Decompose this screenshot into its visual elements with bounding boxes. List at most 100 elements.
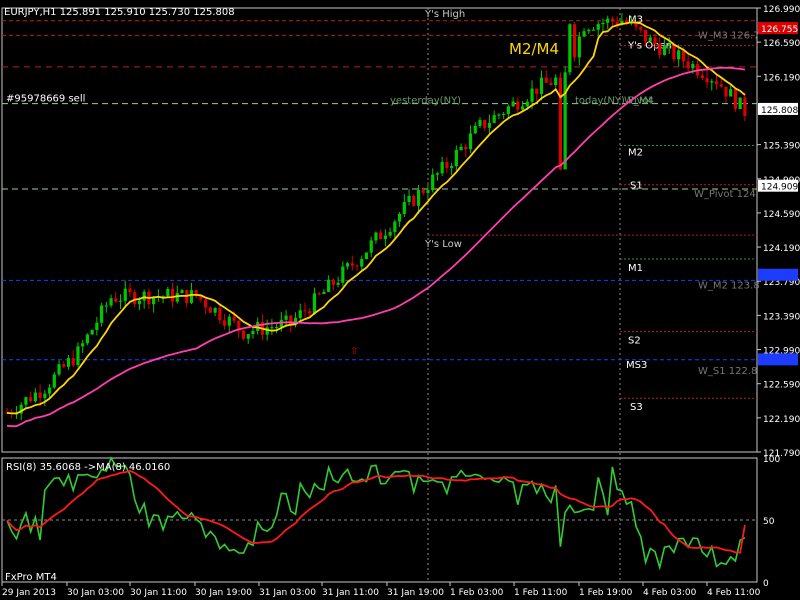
rsi-ma-line (6, 469, 746, 554)
candle-body (66, 358, 71, 367)
candle-body (331, 279, 335, 285)
candle-body (497, 114, 501, 116)
candle-body (95, 322, 99, 331)
candle-body (416, 190, 421, 206)
candle-body (218, 307, 222, 321)
time-tick-label: 1 Feb 11:00 (514, 588, 568, 598)
slow-moving-average-line (6, 66, 746, 428)
candle-body (473, 125, 477, 134)
candle-body (610, 18, 615, 22)
candle-body (450, 166, 454, 168)
candle-body (686, 61, 690, 69)
time-tick-label: 30 Jan 11:00 (130, 588, 187, 598)
candle-body (445, 162, 449, 168)
candle-body (369, 240, 373, 253)
level-label-12: W_M2 123.8 (698, 280, 760, 291)
candle-body (298, 310, 302, 318)
time-tick-label: 31 Jan 19:00 (387, 588, 444, 598)
candle-body (435, 173, 440, 175)
candle-body (100, 305, 104, 323)
price-tick-label: 126.990 (763, 5, 800, 15)
candle-body (71, 358, 75, 366)
candle-body (601, 22, 605, 25)
level-label-0: Y's High (424, 9, 465, 20)
candle-body (691, 63, 695, 69)
candle-body (643, 29, 648, 42)
mt4-chart-window[interactable]: Y's High Y's Open M3 W_M3 126.7 yesterday(NY… (0, 0, 800, 600)
candle-body (284, 315, 288, 320)
level-label-3: W_M3 126.7 (698, 30, 760, 41)
candle-body (85, 334, 90, 344)
candle-body (133, 292, 137, 305)
main-plot-frame (1, 7, 758, 453)
candle-body (312, 293, 317, 314)
candle-body (118, 300, 123, 302)
price-tick-label: 126.590 (763, 39, 800, 49)
candle-body (535, 88, 539, 94)
candle-body (232, 316, 236, 321)
candle-body (714, 81, 719, 85)
candle-body (90, 330, 94, 335)
candle-body (81, 343, 85, 347)
candle-body (355, 265, 359, 267)
level-label-10: Y's Low (424, 239, 462, 250)
price-tick-label: 124.590 (763, 210, 800, 220)
candle-body (464, 146, 468, 150)
candle-body (544, 77, 548, 83)
candle-body (128, 288, 132, 293)
candle-body (166, 288, 170, 297)
candle-body (379, 232, 383, 239)
candle-body (596, 24, 600, 30)
level-label-16: S3 (630, 402, 643, 413)
candle-body (558, 77, 563, 170)
price-tick-label: 126.190 (763, 73, 800, 83)
candle-body (341, 266, 345, 283)
time-tick-label: 30 Jan 19:00 (195, 588, 252, 598)
candle-body (317, 293, 321, 295)
candle-body (43, 393, 47, 398)
level-label-14: MS3 (626, 360, 647, 371)
rsi-tick-label: 50 (763, 517, 775, 527)
candle-body (24, 397, 28, 405)
candle-body (554, 77, 558, 86)
candle-body (104, 305, 108, 307)
candle-body (246, 334, 250, 339)
symbol-header: EURJPY,H1 125.891 125.910 125.730 125.80… (4, 7, 235, 18)
price-chart[interactable]: Y's HighY's OpenM3W_M3 126.7yesterday(NY… (0, 0, 800, 600)
candle-body (700, 75, 704, 79)
candle-body (606, 18, 610, 23)
time-tick-label: 1 Feb 19:00 (579, 588, 633, 598)
candle-body (492, 115, 496, 123)
level-label-8: S1 (630, 181, 643, 192)
candle-body (33, 392, 37, 402)
price-tick-label: 124.190 (763, 244, 800, 254)
candle-body (648, 37, 652, 42)
price-tick-label: 125.390 (763, 142, 800, 152)
candle-body (468, 133, 473, 150)
level-label-9: W_Pivot 124 (694, 189, 756, 200)
candle-body (677, 50, 681, 60)
candle-body (539, 77, 544, 94)
candle-body (137, 300, 142, 305)
candle-body (407, 195, 411, 203)
price-tick-label: 123.390 (763, 312, 800, 322)
candle-body (76, 346, 80, 366)
candle-body (322, 291, 326, 295)
candle-body (227, 316, 231, 326)
candle-body (241, 330, 246, 339)
candle-body (573, 24, 577, 58)
candle-body (705, 78, 709, 83)
candle-body (658, 44, 662, 55)
candle-body (487, 122, 492, 128)
candle-body (114, 298, 118, 302)
candle-body (38, 392, 42, 398)
rsi-tick-label: 100 (763, 455, 780, 465)
candle-body (530, 88, 534, 102)
candle-body (681, 50, 685, 62)
time-tick-label: 4 Feb 03:00 (643, 588, 697, 598)
candle-body (525, 101, 529, 107)
time-tick-label: 31 Jan 03:00 (259, 588, 316, 598)
candle-body (563, 72, 567, 170)
time-tick-label: 29 Jan 2013 (2, 588, 56, 598)
candle-body (506, 106, 510, 114)
